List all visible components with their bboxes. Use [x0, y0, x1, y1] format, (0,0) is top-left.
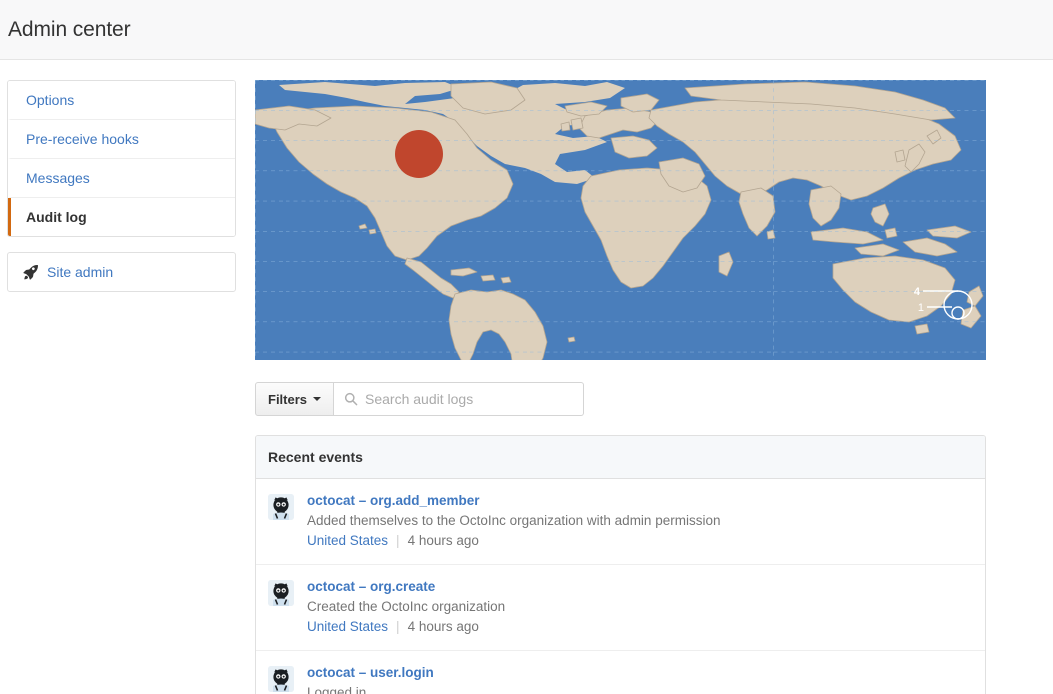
page-title: Admin center [8, 17, 131, 41]
map-grid [255, 80, 986, 360]
filters-button-label: Filters [268, 391, 308, 407]
page-body: Options Pre-receive hooks Messages Audit… [0, 60, 1053, 694]
event-body: octocat – user.login Logged in United St… [307, 664, 479, 694]
sidebar: Options Pre-receive hooks Messages Audit… [7, 80, 236, 292]
search-input[interactable] [334, 383, 584, 415]
table-row[interactable]: octocat – user.login Logged in United St… [256, 651, 985, 694]
meta-divider: | [396, 533, 400, 548]
map-marker-united-states [395, 130, 443, 178]
event-description: Created the OctoInc organization [307, 599, 506, 614]
site-admin-label: Site admin [47, 264, 114, 280]
event-title-link[interactable]: octocat – org.create [307, 578, 505, 596]
legend-label-large: 4 [914, 286, 921, 298]
event-description: Logged in [307, 685, 367, 694]
table-row[interactable]: octocat – org.create Created the OctoInc… [256, 565, 985, 651]
recent-events-panel: Recent events octocat – org.add_member A… [255, 435, 986, 694]
event-timestamp: 4 hours ago [407, 619, 479, 634]
event-title-link[interactable]: octocat – org.add_member [307, 492, 720, 510]
event-description: Added themselves to the OctoInc organiza… [307, 513, 721, 528]
octocat-avatar [268, 494, 294, 520]
sidebar-item-pre-receive-hooks[interactable]: Pre-receive hooks [8, 120, 235, 159]
filters-dropdown-button[interactable]: Filters [255, 382, 335, 416]
sidebar-menu: Options Pre-receive hooks Messages Audit… [7, 80, 236, 237]
audit-filter-bar: Filters [255, 382, 986, 416]
octocat-avatar [268, 580, 294, 606]
event-meta: United States | 4 hours ago [307, 617, 505, 636]
audit-log-world-map[interactable]: 4 1 [255, 80, 986, 360]
event-title-link[interactable]: octocat – user.login [307, 664, 479, 682]
event-country-link[interactable]: United States [307, 531, 388, 550]
table-row[interactable]: octocat – org.add_member Added themselve… [256, 479, 985, 565]
site-admin-box: Site admin [7, 252, 236, 292]
app-header: Admin center [0, 0, 1053, 60]
sidebar-item-audit-log[interactable]: Audit log [8, 198, 235, 236]
chevron-down-icon [313, 397, 322, 401]
audit-search-wrapper[interactable] [334, 382, 585, 416]
rocket-icon [23, 264, 39, 280]
world-map-svg: 4 1 [255, 80, 986, 360]
search-icon [344, 392, 358, 406]
octocat-avatar [268, 666, 294, 692]
sidebar-item-messages[interactable]: Messages [8, 159, 235, 198]
event-country-link[interactable]: United States [307, 617, 388, 636]
event-body: octocat – org.create Created the OctoInc… [307, 578, 505, 636]
event-meta: United States | 4 hours ago [307, 531, 720, 550]
meta-divider: | [396, 619, 400, 634]
event-body: octocat – org.add_member Added themselve… [307, 492, 720, 550]
sidebar-item-options[interactable]: Options [8, 81, 235, 120]
recent-events-header: Recent events [256, 436, 985, 479]
event-timestamp: 4 hours ago [407, 533, 479, 548]
legend-label-small: 1 [918, 302, 924, 314]
main-content: 4 1 Filters Recent events [255, 80, 986, 694]
sidebar-item-site-admin[interactable]: Site admin [8, 253, 235, 291]
